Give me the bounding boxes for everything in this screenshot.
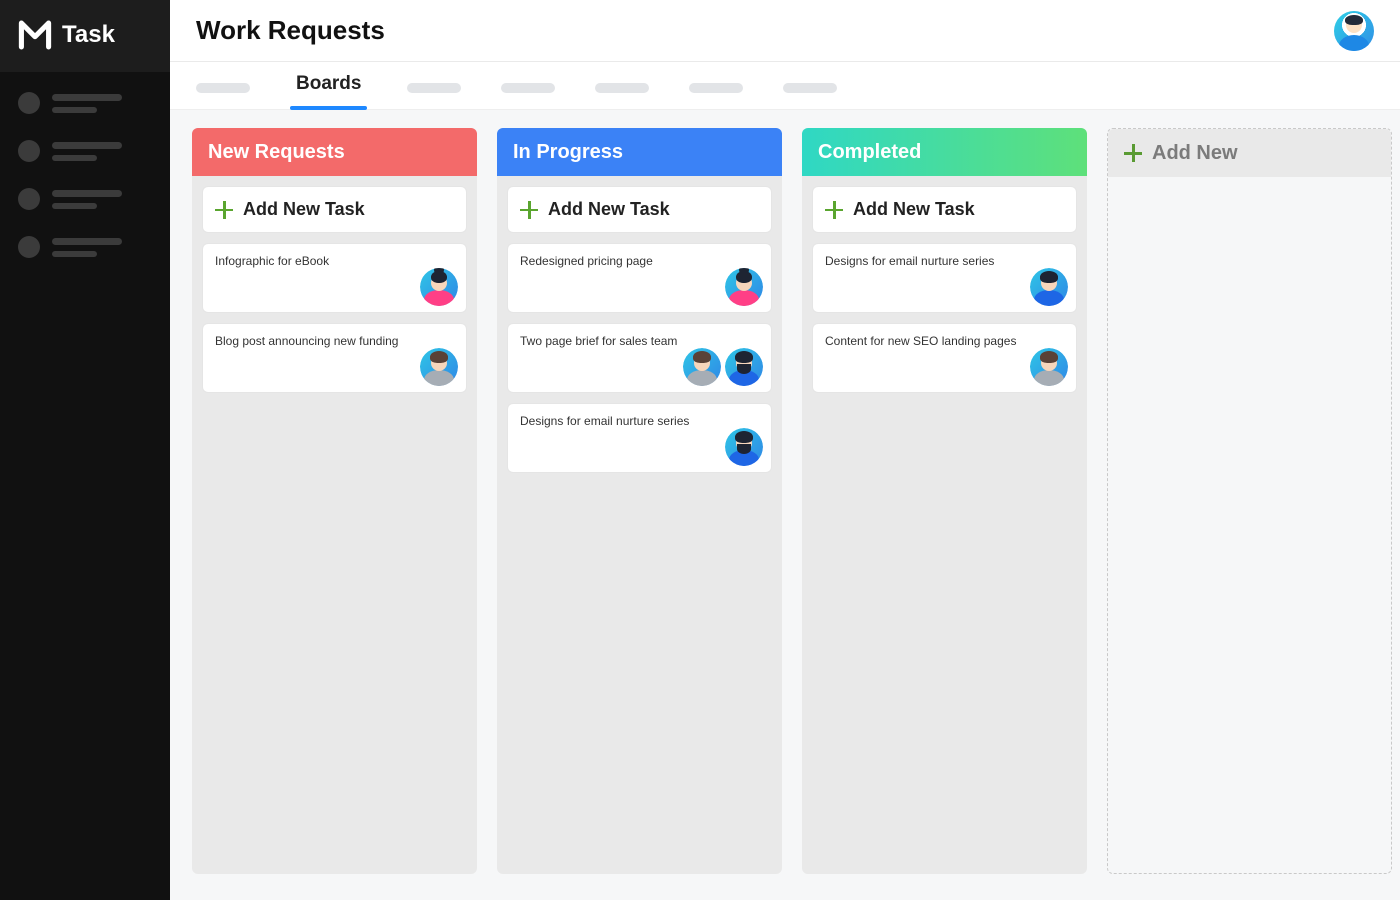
avatar[interactable] (1030, 268, 1068, 306)
plus-icon (215, 201, 233, 219)
task-card[interactable]: Two page brief for sales team (507, 323, 772, 393)
column-completed: Completed Add New Task Designs for email… (802, 128, 1087, 874)
kanban-board: New Requests Add New Task Infographic fo… (170, 110, 1400, 900)
tab-placeholder-1[interactable] (196, 83, 250, 93)
column-body: Add New Task Infographic for eBook Blog … (192, 176, 477, 874)
logo-icon (18, 18, 52, 52)
task-card[interactable]: Designs for email nurture series (507, 403, 772, 473)
task-card[interactable]: Content for new SEO landing pages (812, 323, 1077, 393)
tab-placeholder-6[interactable] (783, 83, 837, 93)
assignees (1030, 348, 1068, 386)
sidebar-item-1[interactable] (18, 92, 152, 114)
column-header[interactable]: New Requests (192, 128, 477, 176)
nav-label-placeholder (52, 142, 152, 161)
avatar[interactable] (420, 348, 458, 386)
sidebar-item-3[interactable] (18, 188, 152, 210)
add-task-button[interactable]: Add New Task (812, 186, 1077, 233)
avatar[interactable] (420, 268, 458, 306)
nav-icon-placeholder (18, 92, 40, 114)
tab-placeholder-2[interactable] (407, 83, 461, 93)
assignees (420, 268, 458, 306)
task-card[interactable]: Blog post announcing new funding (202, 323, 467, 393)
task-title: Content for new SEO landing pages (825, 334, 1064, 348)
task-card[interactable]: Redesigned pricing page (507, 243, 772, 313)
avatar[interactable] (1030, 348, 1068, 386)
column-in-progress: In Progress Add New Task Redesigned pric… (497, 128, 782, 874)
tab-placeholder-3[interactable] (501, 83, 555, 93)
add-column-header: Add New (1108, 129, 1391, 177)
nav-icon-placeholder (18, 188, 40, 210)
sidebar-item-4[interactable] (18, 236, 152, 258)
task-title: Designs for email nurture series (520, 414, 759, 428)
column-header[interactable]: In Progress (497, 128, 782, 176)
plus-icon (1124, 144, 1142, 162)
column-new-requests: New Requests Add New Task Infographic fo… (192, 128, 477, 874)
column-title: Completed (818, 141, 921, 164)
column-title: In Progress (513, 141, 623, 164)
header: Work Requests (170, 0, 1400, 62)
tab-placeholder-4[interactable] (595, 83, 649, 93)
assignees (1030, 268, 1068, 306)
plus-icon (520, 201, 538, 219)
add-column-label: Add New (1152, 142, 1238, 165)
sidebar-nav (0, 72, 170, 278)
add-task-label: Add New Task (243, 199, 365, 220)
plus-icon (825, 201, 843, 219)
tab-label: Boards (296, 73, 361, 94)
view-tabs: Boards (170, 62, 1400, 110)
add-task-label: Add New Task (548, 199, 670, 220)
assignees (683, 348, 763, 386)
avatar[interactable] (725, 348, 763, 386)
column-header[interactable]: Completed (802, 128, 1087, 176)
assignees (725, 428, 763, 466)
user-avatar[interactable] (1334, 11, 1374, 51)
nav-label-placeholder (52, 190, 152, 209)
column-title: New Requests (208, 141, 345, 164)
sidebar-item-2[interactable] (18, 140, 152, 162)
logo-text: Task (62, 21, 115, 49)
nav-icon-placeholder (18, 236, 40, 258)
task-title: Designs for email nurture series (825, 254, 1064, 268)
task-title: Two page brief for sales team (520, 334, 759, 348)
main: Work Requests Boards New Requests (170, 0, 1400, 900)
logo[interactable]: Task (0, 0, 170, 72)
assignees (725, 268, 763, 306)
add-column[interactable]: Add New (1107, 128, 1392, 874)
avatar[interactable] (683, 348, 721, 386)
avatar[interactable] (725, 268, 763, 306)
page-title: Work Requests (196, 15, 385, 46)
nav-icon-placeholder (18, 140, 40, 162)
task-card[interactable]: Designs for email nurture series (812, 243, 1077, 313)
add-task-button[interactable]: Add New Task (507, 186, 772, 233)
column-body: Add New Task Designs for email nurture s… (802, 176, 1087, 874)
add-task-button[interactable]: Add New Task (202, 186, 467, 233)
add-task-label: Add New Task (853, 199, 975, 220)
nav-label-placeholder (52, 94, 152, 113)
task-title: Blog post announcing new funding (215, 334, 454, 348)
sidebar: Task (0, 0, 170, 900)
assignees (420, 348, 458, 386)
column-body: Add New Task Redesigned pricing page Two… (497, 176, 782, 874)
task-title: Redesigned pricing page (520, 254, 759, 268)
task-card[interactable]: Infographic for eBook (202, 243, 467, 313)
nav-label-placeholder (52, 238, 152, 257)
tab-placeholder-5[interactable] (689, 83, 743, 93)
task-title: Infographic for eBook (215, 254, 454, 268)
avatar[interactable] (725, 428, 763, 466)
tab-boards[interactable]: Boards (290, 73, 367, 109)
